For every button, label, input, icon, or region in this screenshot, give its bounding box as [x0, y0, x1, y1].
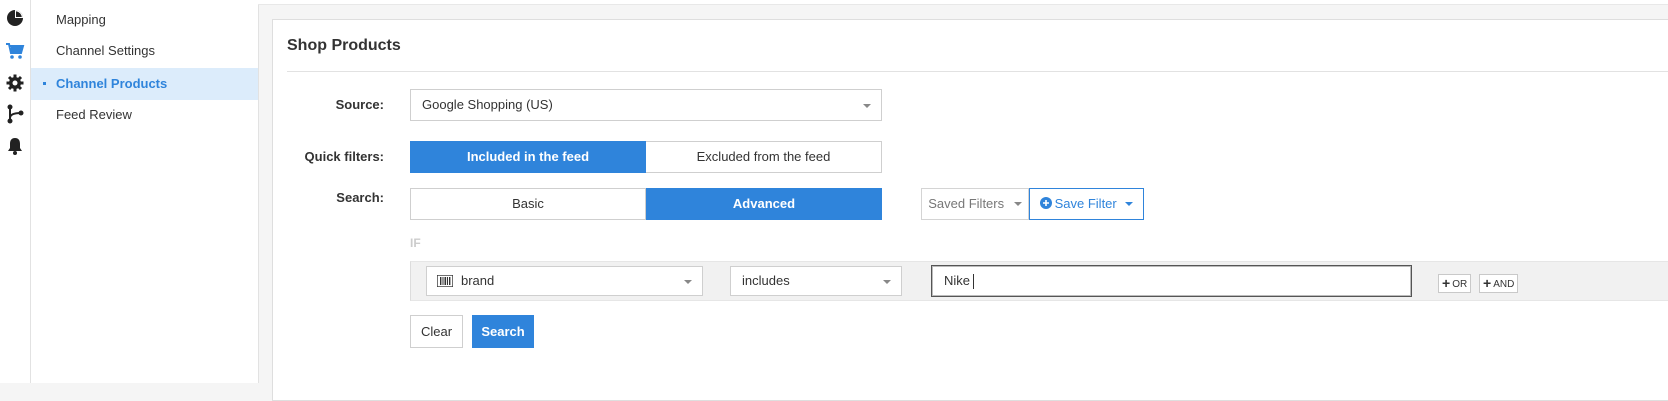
chevron-down-icon: [883, 280, 891, 284]
text-cursor: [973, 274, 974, 289]
add-and-button[interactable]: + AND: [1479, 274, 1519, 293]
source-select[interactable]: Google Shopping (US): [410, 89, 882, 121]
sidebar-item-mapping[interactable]: Mapping: [31, 4, 258, 36]
icon-rail: [0, 0, 31, 383]
chevron-down-icon: [863, 104, 871, 108]
title-divider: [287, 71, 1668, 72]
gear-icon[interactable]: [5, 73, 25, 93]
save-filter-label: Save Filter: [1054, 196, 1117, 211]
channel-sidebar: Mapping Channel Settings Channel Product…: [31, 0, 259, 383]
rule-operator-select[interactable]: includes: [730, 266, 902, 296]
plus-icon: +: [1442, 275, 1451, 291]
rule-value-input[interactable]: Nike: [931, 265, 1412, 297]
rule-field-value: brand: [461, 273, 495, 288]
saved-filters-label: Saved Filters: [928, 196, 1005, 211]
source-label: Source:: [335, 97, 384, 112]
add-or-button[interactable]: + OR: [1438, 274, 1472, 293]
plus-icon: +: [1483, 275, 1492, 291]
sidebar-item-feed-review[interactable]: Feed Review: [31, 99, 258, 131]
saved-filters-dropdown[interactable]: Saved Filters: [921, 188, 1029, 220]
rule-field-select[interactable]: brand: [426, 266, 703, 296]
rule-value-text: Nike: [944, 273, 971, 288]
quick-filter-excluded[interactable]: Excluded from the feed: [646, 141, 882, 173]
quick-filter-included[interactable]: Included in the feed: [410, 141, 646, 173]
bell-icon[interactable]: [5, 136, 25, 156]
sidebar-item-channel-settings[interactable]: Channel Settings: [31, 35, 258, 67]
chevron-down-icon: [684, 280, 692, 284]
flow-branch-icon[interactable]: [5, 104, 25, 124]
pie-chart-icon[interactable]: [5, 8, 25, 28]
save-filter-dropdown[interactable]: Save Filter: [1029, 188, 1144, 220]
shopping-cart-icon[interactable]: [5, 41, 25, 61]
source-select-value: Google Shopping (US): [422, 97, 553, 112]
chevron-down-icon: [1013, 202, 1022, 206]
rule-operator-value: includes: [742, 273, 790, 288]
quick-filters-label: Quick filters:: [304, 149, 384, 164]
chevron-down-icon: [1125, 202, 1134, 206]
search-mode-basic[interactable]: Basic: [410, 188, 646, 220]
if-label: IF: [410, 236, 421, 250]
plus-circle-icon: [1039, 197, 1052, 209]
search-mode-advanced[interactable]: Advanced: [646, 188, 882, 220]
sidebar-item-channel-products[interactable]: Channel Products: [31, 68, 258, 100]
add-or-label: OR: [1452, 279, 1468, 290]
barcode-icon: [437, 275, 453, 287]
add-and-label: AND: [1493, 279, 1515, 290]
search-label: Search:: [336, 190, 384, 205]
top-strip: [258, 0, 1668, 5]
search-button[interactable]: Search: [472, 315, 534, 348]
page-title: Shop Products: [287, 37, 401, 54]
clear-button[interactable]: Clear: [410, 315, 463, 348]
